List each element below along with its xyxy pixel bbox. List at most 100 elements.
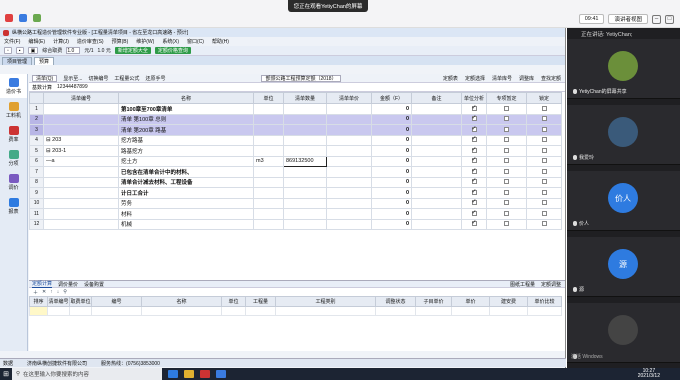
new-icon[interactable]: ▫ (4, 47, 12, 54)
column-header[interactable] (29, 92, 44, 104)
record-icon[interactable] (5, 14, 13, 22)
tab-project-management[interactable]: 项目管理 (2, 57, 33, 65)
participant-tile[interactable]: YetiyChan的屏幕共享 (567, 39, 680, 99)
price-cell[interactable] (326, 145, 372, 157)
menu-calc[interactable]: 计算(J) (53, 38, 69, 45)
qty-cell[interactable] (283, 124, 327, 136)
menu-file[interactable]: 文件(F) (4, 38, 20, 45)
checkbox[interactable] (504, 137, 509, 143)
checkbox[interactable] (541, 158, 547, 164)
menu-window[interactable]: 窗口(C) (187, 38, 204, 45)
unit-cell[interactable] (253, 187, 284, 199)
amount-cell[interactable]: 0 (371, 145, 412, 157)
checkbox[interactable] (471, 188, 477, 195)
name-cell[interactable]: 清单合计减去材料、工程设备 (118, 176, 254, 188)
qty-cell[interactable] (283, 187, 327, 199)
checkbox[interactable] (541, 126, 547, 132)
unit-cell[interactable] (253, 166, 284, 178)
checkbox[interactable] (504, 179, 509, 185)
row-number[interactable]: 10 (29, 197, 44, 209)
unit-cell[interactable]: m3 (253, 155, 284, 167)
table-row[interactable]: 12 机械 0 (29, 218, 562, 230)
checkbox[interactable] (504, 200, 509, 206)
amount-cell[interactable]: 0 (371, 103, 412, 115)
table-row[interactable]: 11 材料 0 (29, 208, 562, 220)
find-quota-button[interactable]: 查找定额 (541, 75, 561, 82)
column-header[interactable]: 工程类别 (275, 296, 376, 307)
app-icon[interactable] (200, 370, 210, 378)
checkbox[interactable] (504, 158, 509, 164)
column-header[interactable]: 取费单位 (69, 296, 92, 307)
column-header[interactable]: 建安费 (489, 296, 528, 307)
folder-icon[interactable] (184, 370, 194, 378)
note-cell[interactable] (411, 155, 462, 167)
checkbox[interactable] (541, 116, 547, 122)
checkbox[interactable] (541, 221, 547, 227)
sidebar-item-cost-book[interactable]: 造价书 (0, 74, 27, 98)
qty-cell[interactable] (283, 166, 327, 178)
up-icon[interactable]: ↑ (50, 289, 53, 295)
name-cell[interactable]: 已包含在清单合计中的材料、 (118, 166, 254, 178)
checkbox[interactable] (504, 189, 509, 195)
meeting-icon[interactable] (216, 370, 226, 378)
amount-cell[interactable]: 0 (371, 155, 412, 167)
column-header[interactable]: 编号 (91, 296, 142, 307)
qty-cell[interactable] (283, 218, 327, 230)
unit-cell[interactable] (253, 218, 284, 230)
table-row[interactable]: 3 清单 第200章 路基 0 (29, 124, 562, 136)
column-header[interactable]: 单位 (253, 92, 284, 104)
save-icon[interactable]: ▣ (27, 47, 39, 54)
sidebar-item-reports[interactable]: 报表 (0, 194, 27, 218)
checkbox[interactable] (471, 157, 477, 164)
name-cell[interactable]: 挖方路基 (118, 134, 254, 146)
column-header[interactable]: 子目单价 (415, 296, 452, 307)
price-cell[interactable] (326, 197, 372, 209)
menu-edit[interactable]: 编辑(E) (28, 38, 45, 45)
checkbox[interactable] (541, 105, 547, 111)
price-cell[interactable] (326, 103, 372, 115)
code-cell[interactable] (43, 166, 119, 178)
note-cell[interactable] (411, 145, 462, 157)
maximize-icon[interactable]: □ (665, 14, 674, 24)
row-number[interactable]: 5 (29, 145, 44, 157)
delete-icon[interactable]: ✕ (42, 289, 46, 295)
checkbox[interactable] (504, 168, 509, 174)
unit-cell[interactable] (253, 134, 284, 146)
checkbox[interactable] (471, 167, 477, 174)
code-cell[interactable] (43, 176, 119, 188)
down-icon[interactable]: ↓ (57, 289, 60, 295)
menu-system[interactable]: 系统(X) (162, 38, 179, 45)
price-cell[interactable] (326, 166, 372, 178)
checkbox[interactable] (471, 146, 477, 153)
note-cell[interactable] (411, 197, 462, 209)
tab-quota-calc[interactable]: 定额计算 (32, 280, 53, 288)
code-cell[interactable] (43, 218, 119, 230)
row-number[interactable]: 7 (29, 166, 44, 178)
qty-cell[interactable] (283, 208, 327, 220)
checkbox[interactable] (471, 178, 477, 185)
open-icon[interactable]: ▪ (15, 47, 24, 54)
amount-cell[interactable]: 0 (371, 113, 412, 125)
checkbox[interactable] (504, 221, 509, 227)
qty-cell[interactable] (283, 134, 327, 146)
checkbox[interactable] (471, 199, 477, 206)
amount-cell[interactable]: 0 (371, 166, 412, 178)
checkbox[interactable] (504, 116, 509, 122)
sidebar-item-rates[interactable]: 费率 (0, 122, 27, 146)
note-cell[interactable] (411, 208, 462, 220)
note-cell[interactable] (411, 103, 462, 115)
column-header[interactable]: 清单编号 (47, 296, 70, 307)
name-cell[interactable]: 清单 第200章 路基 (118, 124, 254, 136)
screen-share-banner[interactable]: 您正在观看YetiyChan的屏幕 (288, 0, 368, 12)
price-cell[interactable] (326, 208, 372, 220)
list-library-button[interactable]: 清单库号 (492, 75, 512, 82)
price-cell[interactable] (326, 124, 372, 136)
rate-input[interactable]: 1.0 (66, 47, 81, 54)
checkbox[interactable] (541, 168, 547, 174)
note-cell[interactable] (411, 187, 462, 199)
table-row[interactable]: 4 ⊟ 203 挖方路基 0 (29, 134, 562, 146)
row-number[interactable]: 8 (29, 176, 44, 188)
quota-adjust-button[interactable]: 定额调整 (541, 281, 561, 288)
code-cell[interactable]: ⊟ 203-1 (43, 145, 119, 157)
column-header[interactable]: 工程量 (245, 296, 276, 307)
